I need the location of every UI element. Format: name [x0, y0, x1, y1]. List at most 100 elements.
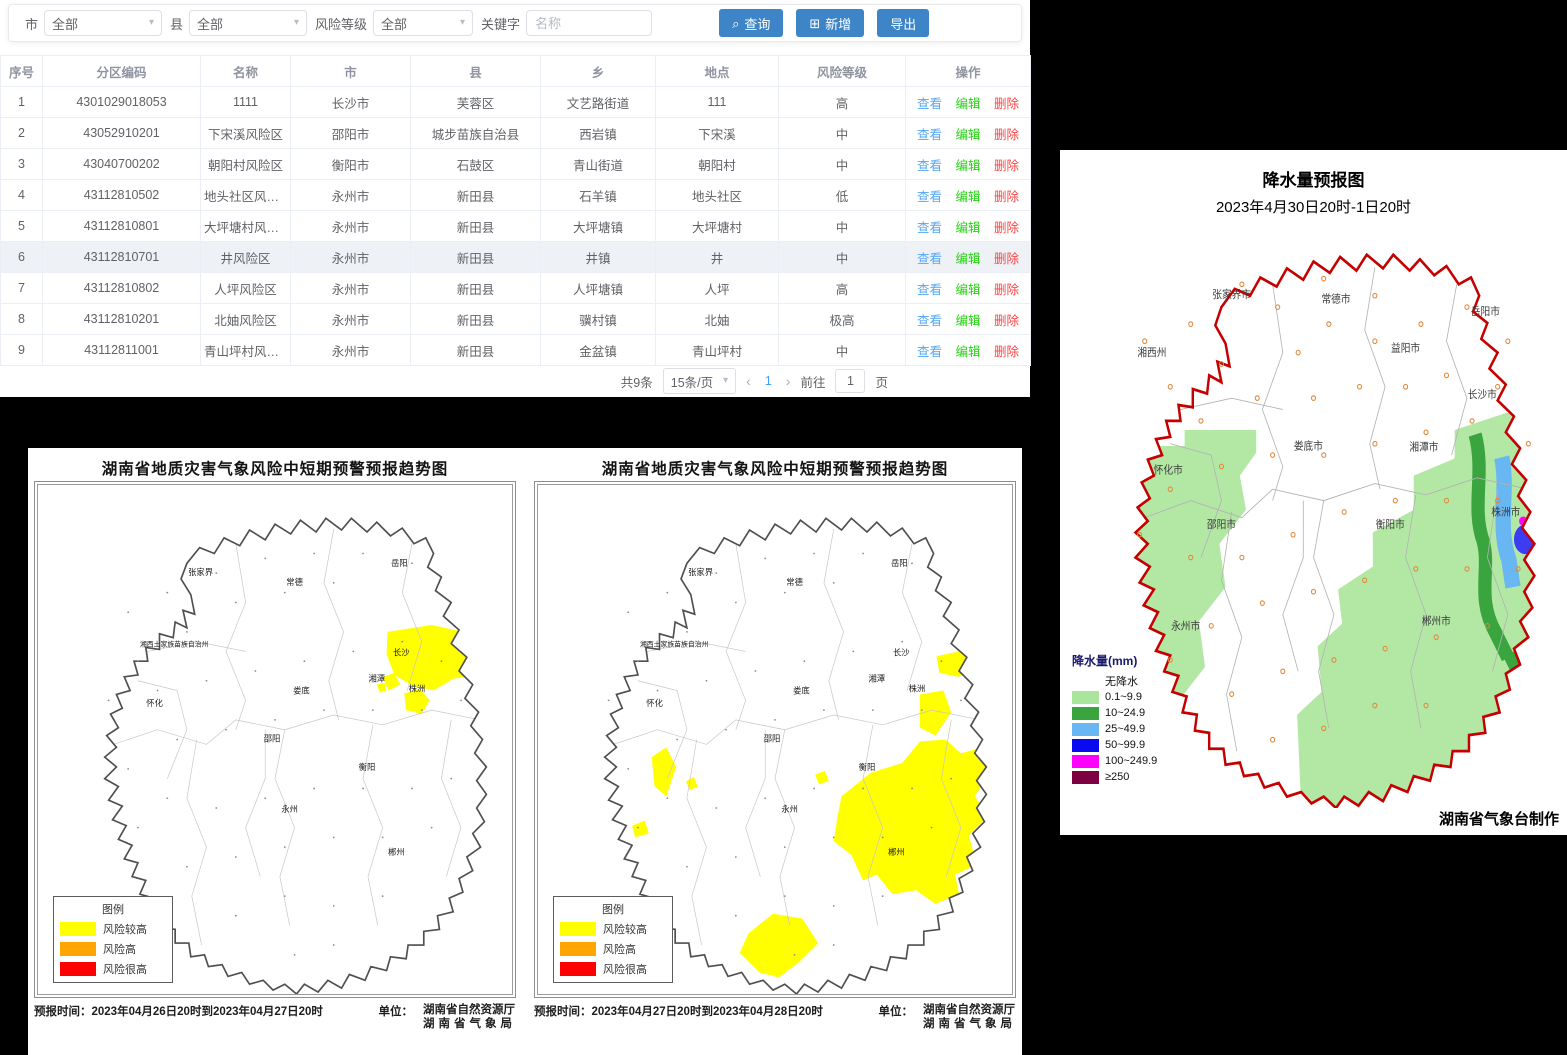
- map-city-label: 湘西土家族苗族自治州: [640, 640, 709, 649]
- figure-footer: 预报时间：2023年04月26日20时到2023年04月27日20时 单位： 湖…: [34, 1003, 516, 1032]
- legend-swatch: [1072, 755, 1099, 768]
- cell-place: 111: [656, 87, 779, 118]
- legend-label: 风险很高: [103, 961, 147, 977]
- map-city-label: 岳阳: [391, 558, 408, 568]
- view-link[interactable]: 查看: [917, 190, 942, 204]
- delete-link[interactable]: 删除: [994, 190, 1019, 204]
- edit-link[interactable]: 编辑: [955, 283, 980, 297]
- cell-county: 新田县: [411, 304, 541, 335]
- current-page[interactable]: 1: [761, 374, 776, 388]
- map-city-label: 常德: [786, 577, 803, 587]
- edit-link[interactable]: 编辑: [955, 128, 980, 142]
- cell-place: 地头社区: [656, 180, 779, 211]
- add-icon: ⊞: [809, 17, 820, 30]
- map-frame: 张家界常德岳阳湘西土家族苗族自治州长沙湘潭株洲娄底怀化邵阳衡阳永州郴州 图例 风…: [34, 481, 516, 998]
- cell-code: 43112810802: [43, 273, 201, 304]
- edit-link[interactable]: 编辑: [955, 190, 980, 204]
- edit-link[interactable]: 编辑: [955, 314, 980, 328]
- trend-figure-day2: 湖南省地质灾害气象风险中短期预警预报趋势图 张家界常德岳阳湘西土家族苗族自治州长…: [530, 448, 1020, 1055]
- edit-link[interactable]: 编辑: [955, 159, 980, 173]
- map-city-label: 株洲: [909, 684, 926, 694]
- cell-name: 1111: [201, 87, 291, 118]
- view-link[interactable]: 查看: [917, 283, 942, 297]
- legend-swatch: [60, 922, 96, 936]
- chevron-down-icon: ▾: [294, 18, 299, 28]
- delete-link[interactable]: 删除: [994, 314, 1019, 328]
- map-city-label: 衡阳: [859, 762, 876, 772]
- legend-label: 25~49.9: [1105, 723, 1145, 735]
- unit-line: 湖南省气象局: [423, 1017, 516, 1031]
- legend-label: 0.1~9.9: [1105, 691, 1142, 703]
- view-link[interactable]: 查看: [917, 345, 942, 359]
- pagination: 共9条 15条/页 ▾ ‹ 1 › 前往 页: [0, 368, 1030, 394]
- view-link[interactable]: 查看: [917, 128, 942, 142]
- cell-city: 永州市: [291, 242, 411, 273]
- next-page-button[interactable]: ›: [786, 373, 791, 389]
- legend-item: ≥250: [1072, 770, 1202, 784]
- delete-link[interactable]: 删除: [994, 159, 1019, 173]
- delete-link[interactable]: 删除: [994, 252, 1019, 266]
- header-risk: 风险等级: [779, 56, 906, 87]
- edit-link[interactable]: 编辑: [955, 252, 980, 266]
- legend-label: 100~249.9: [1105, 755, 1157, 767]
- map-city-label: 衡阳市: [1376, 517, 1405, 531]
- legend-swatch: [1072, 723, 1099, 736]
- cell-risk-level: 高: [779, 273, 906, 304]
- delete-link[interactable]: 删除: [994, 345, 1019, 359]
- county-select[interactable]: 全部 ▾: [189, 10, 307, 36]
- map-city-label: 怀化: [146, 698, 163, 708]
- cell-county: 新田县: [411, 335, 541, 366]
- page-size-select[interactable]: 15条/页 ▾: [663, 368, 736, 394]
- view-link[interactable]: 查看: [917, 159, 942, 173]
- prev-page-button[interactable]: ‹: [746, 373, 751, 389]
- search-button[interactable]: ⌕ 查询: [719, 9, 783, 37]
- goto-page-input[interactable]: [835, 369, 865, 393]
- edit-link[interactable]: 编辑: [955, 221, 980, 235]
- table-row: 2 43052910201 下宋溪风险区 邵阳市 城步苗族自治县 西岩镇 下宋溪…: [1, 118, 1031, 149]
- delete-link[interactable]: 删除: [994, 97, 1019, 111]
- cell-actions: 查看 编辑 删除: [906, 87, 1031, 118]
- legend-label: 风险高: [103, 941, 136, 957]
- chevron-down-icon: ▾: [723, 376, 728, 386]
- edit-link[interactable]: 编辑: [955, 97, 980, 111]
- cell-actions: 查看 编辑 删除: [906, 335, 1031, 366]
- legend-swatch: [1072, 691, 1099, 704]
- trend-figure-day1: 湖南省地质灾害气象风险中短期预警预报趋势图 张家界常德岳阳湘西土家族苗族自治州长…: [30, 448, 520, 1055]
- cell-seq: 5: [1, 211, 43, 242]
- cell-seq: 8: [1, 304, 43, 335]
- legend-swatch: [560, 922, 596, 936]
- cell-name: 北妯风险区: [201, 304, 291, 335]
- view-link[interactable]: 查看: [917, 314, 942, 328]
- city-select[interactable]: 全部 ▾: [44, 10, 162, 36]
- table-row: 7 43112810802 人坪风险区 永州市 新田县 人坪塘镇 人坪 高 查看…: [1, 273, 1031, 304]
- export-button[interactable]: 导出: [877, 9, 929, 37]
- legend-swatch: [60, 962, 96, 976]
- view-link[interactable]: 查看: [917, 97, 942, 111]
- legend-label: 无降水: [1105, 673, 1138, 689]
- risk-level-select[interactable]: 全部 ▾: [373, 10, 473, 36]
- keyword-input[interactable]: [526, 10, 652, 36]
- view-link[interactable]: 查看: [917, 252, 942, 266]
- precip-legend: 降水量(mm) 无降水 0.1~9.9 10~24.9 25~49.9 50~9…: [1072, 652, 1202, 784]
- table-row: 9 43112811001 青山坪村风险区 永州市 新田县 金盆镇 青山坪村 中…: [1, 335, 1031, 366]
- legend-label: 风险较高: [603, 921, 647, 937]
- legend-label: 风险高: [603, 941, 636, 957]
- map-credit: 湖南省气象台制作: [1439, 808, 1559, 829]
- delete-link[interactable]: 删除: [994, 221, 1019, 235]
- header-seq: 序号: [1, 56, 43, 87]
- map-city-label: 娄底市: [1294, 439, 1323, 453]
- cell-place: 下宋溪: [656, 118, 779, 149]
- cell-actions: 查看 编辑 删除: [906, 118, 1031, 149]
- cell-seq: 9: [1, 335, 43, 366]
- delete-link[interactable]: 删除: [994, 283, 1019, 297]
- figure-footer: 预报时间：2023年04月27日20时到2023年04月28日20时 单位： 湖…: [534, 1003, 1016, 1032]
- edit-link[interactable]: 编辑: [955, 345, 980, 359]
- table-row: 8 43112810201 北妯风险区 永州市 新田县 骥村镇 北妯 极高 查看…: [1, 304, 1031, 335]
- view-link[interactable]: 查看: [917, 221, 942, 235]
- add-button[interactable]: ⊞ 新增: [796, 9, 864, 37]
- delete-link[interactable]: 删除: [994, 128, 1019, 142]
- map-city-label: 郴州: [888, 847, 905, 857]
- cell-county: 新田县: [411, 180, 541, 211]
- city-select-value: 全部: [52, 14, 78, 33]
- legend-title: 降水量(mm): [1072, 652, 1202, 669]
